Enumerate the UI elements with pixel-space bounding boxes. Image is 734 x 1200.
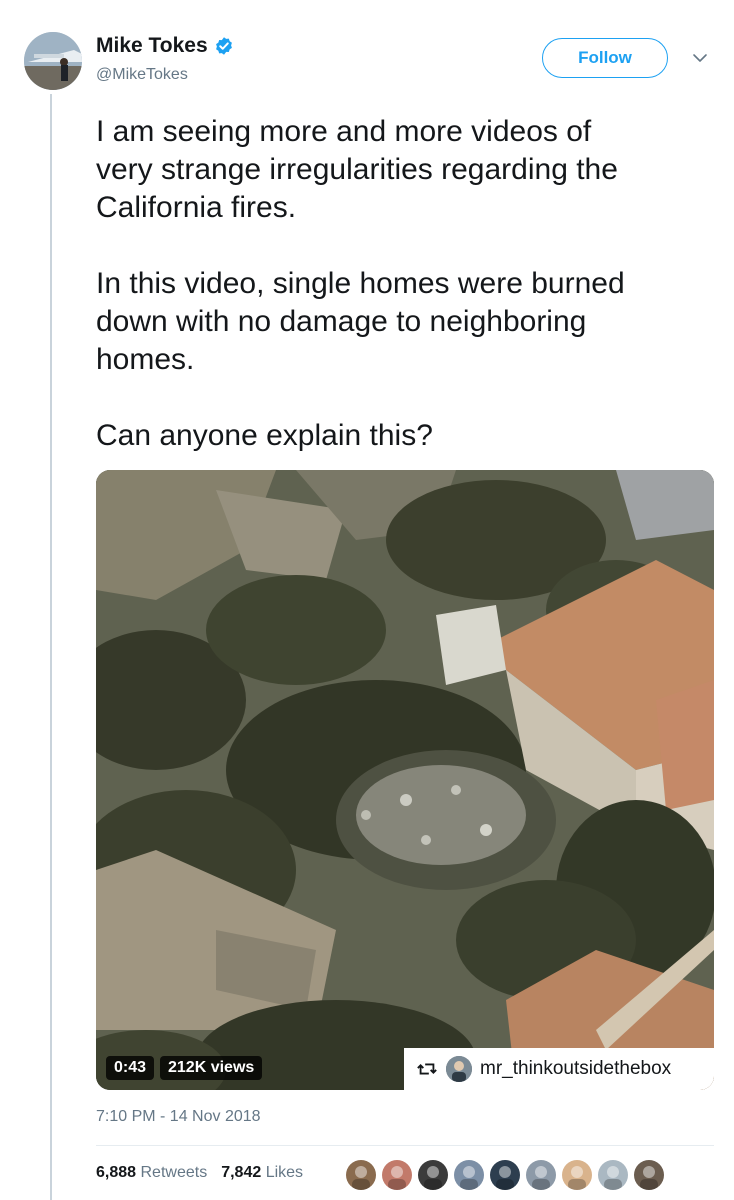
retweets-label: Retweets — [140, 1164, 208, 1181]
likes-stat[interactable]: 7,842 Likes — [221, 1164, 303, 1182]
liker-avatar[interactable] — [632, 1158, 666, 1192]
attribution-avatar — [446, 1056, 472, 1082]
liker-avatar[interactable] — [560, 1158, 594, 1192]
liker-avatar[interactable] — [344, 1158, 378, 1192]
video-duration-badge: 0:43 — [106, 1056, 155, 1080]
video-attribution[interactable]: mr_thinkoutsidethebox — [404, 1048, 714, 1090]
retweets-stat[interactable]: 6,888 Retweets — [96, 1164, 207, 1182]
retweets-count: 6,888 — [96, 1164, 137, 1181]
chevron-down-icon[interactable] — [692, 50, 708, 66]
likes-count: 7,842 — [221, 1164, 262, 1181]
liker-avatar[interactable] — [596, 1158, 630, 1192]
retweet-icon — [417, 1063, 437, 1075]
avatar[interactable] — [24, 32, 82, 90]
tweet-timestamp[interactable]: 7:10 PM - 14 Nov 2018 — [96, 1108, 261, 1126]
tweet-stats: 6,888 Retweets 7,842 Likes — [96, 1164, 303, 1182]
liker-avatar[interactable] — [416, 1158, 450, 1192]
liker-avatar[interactable] — [452, 1158, 486, 1192]
liker-avatar[interactable] — [488, 1158, 522, 1192]
divider — [96, 1145, 714, 1146]
author-name-row: Mike Tokes — [96, 34, 234, 58]
video-player[interactable]: 0:43 212K views mr_thinkoutsidethebox — [96, 470, 714, 1090]
follow-button[interactable]: Follow — [542, 38, 668, 78]
avatar-photo — [24, 32, 82, 90]
liker-avatar[interactable] — [380, 1158, 414, 1192]
attribution-username: mr_thinkoutsidethebox — [480, 1058, 672, 1079]
author-name[interactable]: Mike Tokes — [96, 34, 208, 58]
video-frame — [96, 470, 714, 1090]
likes-label: Likes — [265, 1164, 304, 1181]
liker-avatar[interactable] — [524, 1158, 558, 1192]
tweet-text: I am seeing more and more videos of very… — [96, 115, 625, 452]
video-views-badge: 212K views — [160, 1056, 263, 1080]
author-handle[interactable]: @MikeTokes — [96, 66, 188, 84]
verified-badge-icon — [215, 37, 232, 55]
thread-line — [50, 94, 52, 1200]
liker-avatars — [344, 1158, 666, 1192]
